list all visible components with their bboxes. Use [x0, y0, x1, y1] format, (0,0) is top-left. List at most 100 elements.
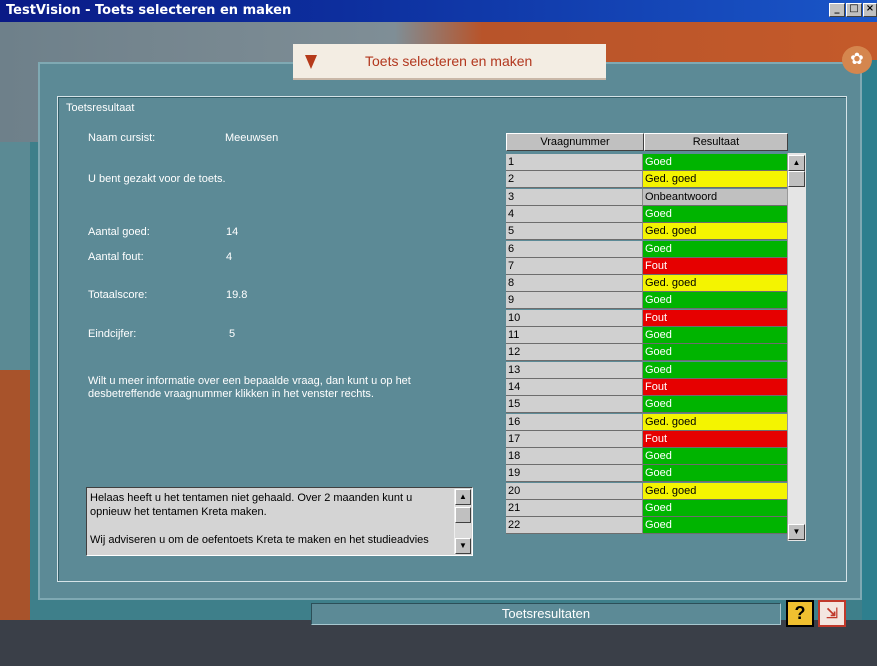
score-value: 19.8 — [226, 289, 248, 301]
table-row[interactable]: 19 Goed — [506, 465, 787, 483]
question-number[interactable]: 14 — [506, 378, 643, 396]
table-row[interactable]: 10 Fout — [506, 309, 787, 327]
result-cell: Fout — [643, 430, 787, 448]
advice-scrollbar[interactable]: ▲ ▼ — [454, 489, 471, 554]
table-row[interactable]: 17 Fout — [506, 430, 787, 448]
question-number[interactable]: 9 — [506, 292, 643, 310]
info-text-line2: desbetreffende vraagnummer klikken in he… — [88, 388, 374, 400]
scroll-up-icon[interactable]: ▲ — [455, 489, 471, 505]
table-row[interactable]: 16 Ged. goed — [506, 413, 787, 431]
table-row[interactable]: 14 Fout — [506, 378, 787, 396]
table-row[interactable]: 5 Ged. goed — [506, 223, 787, 241]
question-number[interactable]: 20 — [506, 482, 643, 500]
table-row[interactable]: 4 Goed — [506, 205, 787, 223]
question-number[interactable]: 15 — [506, 396, 643, 414]
result-cell: Ged. goed — [643, 171, 787, 189]
background-right-band — [862, 60, 877, 620]
table-row[interactable]: 20 Ged. goed — [506, 482, 787, 500]
question-number[interactable]: 8 — [506, 275, 643, 293]
name-label: Naam cursist: — [88, 132, 156, 144]
name-value: Meeuwsen — [225, 132, 279, 144]
question-number[interactable]: 16 — [506, 413, 643, 431]
question-number[interactable]: 18 — [506, 448, 643, 466]
exit-button[interactable]: ⇲ — [818, 600, 846, 627]
exit-icon: ⇲ — [826, 605, 838, 621]
question-number[interactable]: 5 — [506, 223, 643, 241]
wrong-label: Aantal fout: — [88, 251, 144, 263]
column-header-resultaat[interactable]: Resultaat — [644, 133, 788, 151]
result-cell: Goed — [643, 500, 787, 517]
close-button[interactable]: × — [863, 3, 877, 17]
result-cell: Fout — [643, 257, 787, 275]
results-table: Vraagnummer Resultaat 1 Goed 2 Ged. goed 3 On… — [506, 133, 806, 541]
window-title: TestVision - Toets selecteren en maken — [6, 3, 292, 18]
table-row[interactable]: 13 Goed — [506, 361, 787, 379]
logo-icon: ✿ — [842, 46, 872, 74]
question-number[interactable]: 4 — [506, 205, 643, 223]
advice-line1: Helaas heeft u het tentamen niet gehaald… — [90, 492, 413, 504]
result-cell: Ged. goed — [643, 413, 787, 431]
correct-value: 14 — [226, 226, 239, 238]
table-row[interactable]: 9 Goed — [506, 292, 787, 310]
question-number[interactable]: 2 — [506, 171, 643, 189]
result-cell: Ged. goed — [643, 482, 787, 500]
table-row[interactable]: 8 Ged. goed — [506, 275, 787, 293]
background-bottom-band — [0, 620, 877, 666]
question-number[interactable]: 13 — [506, 361, 643, 379]
question-number[interactable]: 17 — [506, 430, 643, 448]
question-number[interactable]: 7 — [506, 257, 643, 275]
table-row[interactable]: 22 Goed — [506, 517, 787, 535]
table-row[interactable]: 3 Onbeantwoord — [506, 188, 787, 206]
correct-label: Aantal goed: — [88, 226, 150, 238]
question-number[interactable]: 1 — [506, 154, 643, 171]
result-cell: Goed — [643, 292, 787, 310]
question-number[interactable]: 11 — [506, 327, 643, 344]
question-number[interactable]: 19 — [506, 465, 643, 483]
question-number[interactable]: 12 — [506, 344, 643, 362]
table-row[interactable]: 7 Fout — [506, 257, 787, 275]
result-cell: Goed — [643, 205, 787, 223]
table-row[interactable]: 2 Ged. goed — [506, 171, 787, 189]
info-text-line1: Wilt u meer informatie over een bepaalde… — [88, 375, 411, 387]
background-left-band — [0, 142, 30, 370]
question-number[interactable]: 6 — [506, 240, 643, 258]
maximize-button[interactable]: □ — [846, 3, 862, 17]
minimize-button[interactable]: _ — [829, 3, 845, 17]
help-button[interactable]: ? — [786, 600, 814, 627]
table-row[interactable]: 18 Goed — [506, 448, 787, 466]
result-cell: Fout — [643, 378, 787, 396]
advice-line2: opnieuw het tentamen Kreta maken. — [90, 506, 267, 518]
table-row[interactable]: 6 Goed — [506, 240, 787, 258]
result-cell: Fout — [643, 309, 787, 327]
question-number[interactable]: 3 — [506, 188, 643, 206]
window-titlebar: TestVision - Toets selecteren en maken _… — [0, 0, 877, 22]
result-cell: Goed — [643, 517, 787, 535]
table-row[interactable]: 21 Goed — [506, 500, 787, 517]
question-number[interactable]: 22 — [506, 517, 643, 535]
advice-textarea[interactable]: Helaas heeft u het tentamen niet gehaald… — [86, 487, 473, 556]
scroll-up-icon[interactable]: ▲ — [788, 155, 805, 171]
scroll-down-icon[interactable]: ▼ — [788, 524, 805, 540]
column-header-vraagnummer[interactable]: Vraagnummer — [506, 133, 644, 151]
status-bar: Toetsresultaten — [311, 603, 781, 625]
table-row[interactable]: 15 Goed — [506, 396, 787, 414]
table-row[interactable]: 11 Goed — [506, 327, 787, 344]
scroll-thumb[interactable] — [788, 171, 805, 187]
result-cell: Goed — [643, 465, 787, 483]
result-cell: Goed — [643, 327, 787, 344]
result-cell: Ged. goed — [643, 223, 787, 241]
table-row[interactable]: 12 Goed — [506, 344, 787, 362]
result-cell: Goed — [643, 448, 787, 466]
scroll-thumb[interactable] — [455, 507, 471, 523]
page-title: Toets selecteren en maken — [365, 53, 533, 69]
result-cell: Goed — [643, 240, 787, 258]
table-scrollbar[interactable]: ▲ ▼ — [787, 153, 806, 541]
table-row[interactable]: 1 Goed — [506, 154, 787, 171]
header-tab: Toets selecteren en maken — [293, 44, 606, 78]
scroll-down-icon[interactable]: ▼ — [455, 538, 471, 554]
question-number[interactable]: 21 — [506, 500, 643, 517]
group-legend: Toetsresultaat — [64, 102, 137, 114]
grade-label: Eindcijfer: — [88, 328, 137, 340]
question-number[interactable]: 10 — [506, 309, 643, 327]
grade-value: 5 — [229, 328, 236, 340]
